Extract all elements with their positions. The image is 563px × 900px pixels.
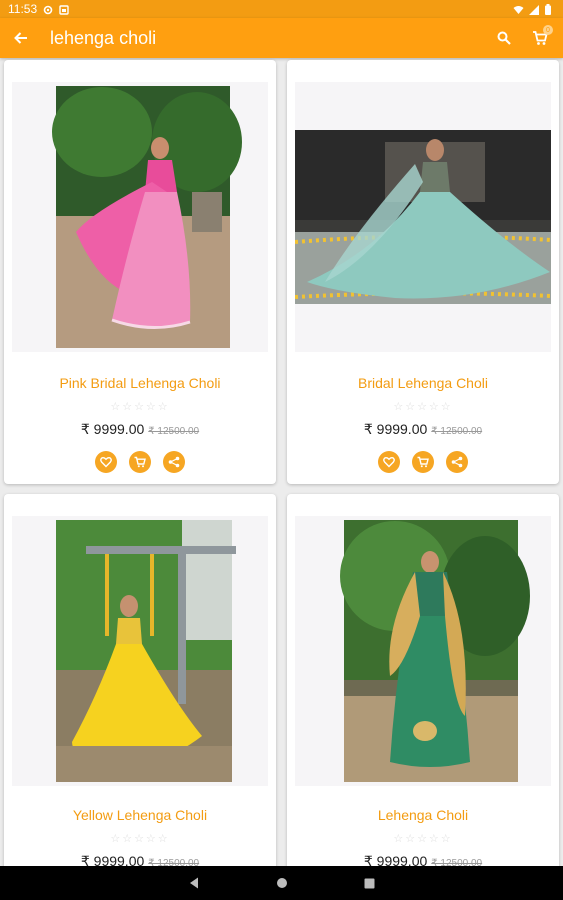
original-price: ₹ 12500.00 <box>431 426 483 437</box>
product-price: ₹ 9999.00 ₹ 12500.00 <box>4 853 276 866</box>
original-price: ₹ 12500.00 <box>431 858 483 866</box>
product-name[interactable]: Yellow Lehenga Choli <box>4 807 276 823</box>
product-rating: ☆☆☆☆☆ <box>393 833 453 845</box>
product-price: ₹ 9999.00 ₹ 12500.00 <box>287 421 559 438</box>
wishlist-heart-icon[interactable] <box>95 451 117 473</box>
current-price: ₹ 9999.00 <box>80 421 145 437</box>
product-image[interactable] <box>295 82 551 352</box>
wifi-icon <box>513 4 524 14</box>
product-actions <box>4 451 276 473</box>
product-rating: ☆☆☆☆☆ <box>110 833 170 845</box>
product-image[interactable] <box>12 516 268 786</box>
product-card[interactable]: Bridal Lehenga Choli ☆☆☆☆☆ ₹ 9999.00 ₹ 12… <box>287 60 559 484</box>
app-bar: lehenga choli 0 <box>0 18 563 58</box>
share-icon[interactable] <box>446 451 468 473</box>
product-card[interactable]: Lehenga Choli ☆☆☆☆☆ ₹ 9999.00 ₹ 12500.00 <box>287 494 559 866</box>
product-name[interactable]: Bridal Lehenga Choli <box>287 375 559 391</box>
signal-icon <box>529 4 539 15</box>
current-price: ₹ 9999.00 <box>80 853 145 866</box>
product-rating: ☆☆☆☆☆ <box>110 401 170 413</box>
product-price: ₹ 9999.00 ₹ 12500.00 <box>4 421 276 438</box>
product-name[interactable]: Lehenga Choli <box>287 807 559 823</box>
back-triangle-icon[interactable] <box>186 875 202 891</box>
product-image[interactable] <box>295 516 551 786</box>
back-arrow-icon[interactable] <box>10 27 32 49</box>
status-bar: 11:53 <box>0 0 563 18</box>
product-name[interactable]: Pink Bridal Lehenga Choli <box>4 375 276 391</box>
current-price: ₹ 9999.00 <box>363 421 428 437</box>
sim-icon <box>59 4 69 15</box>
battery-icon <box>545 4 555 15</box>
share-icon[interactable] <box>163 451 185 473</box>
product-price: ₹ 9999.00 ₹ 12500.00 <box>287 853 559 866</box>
add-to-cart-icon[interactable] <box>412 451 434 473</box>
wishlist-heart-icon[interactable] <box>378 451 400 473</box>
system-navigation-bar <box>0 866 563 900</box>
cart-count-badge: 0 <box>543 25 553 35</box>
product-rating: ☆☆☆☆☆ <box>393 401 453 413</box>
home-circle-icon[interactable] <box>274 875 290 891</box>
status-time: 11:53 <box>8 2 38 16</box>
settings-icon <box>43 4 53 15</box>
product-card[interactable]: Pink Bridal Lehenga Choli ☆☆☆☆☆ ₹ 9999.0… <box>4 60 276 484</box>
original-price: ₹ 12500.00 <box>148 426 200 437</box>
cart-icon[interactable]: 0 <box>527 25 553 51</box>
product-card[interactable]: Yellow Lehenga Choli ☆☆☆☆☆ ₹ 9999.00 ₹ 12… <box>4 494 276 866</box>
product-grid: Pink Bridal Lehenga Choli ☆☆☆☆☆ ₹ 9999.0… <box>0 58 563 866</box>
add-to-cart-icon[interactable] <box>129 451 151 473</box>
current-price: ₹ 9999.00 <box>363 853 428 866</box>
product-image[interactable] <box>12 82 268 352</box>
product-actions <box>287 451 559 473</box>
original-price: ₹ 12500.00 <box>148 858 200 866</box>
search-icon[interactable] <box>491 25 517 51</box>
recents-square-icon[interactable] <box>362 875 378 891</box>
search-query-title[interactable]: lehenga choli <box>50 28 481 49</box>
